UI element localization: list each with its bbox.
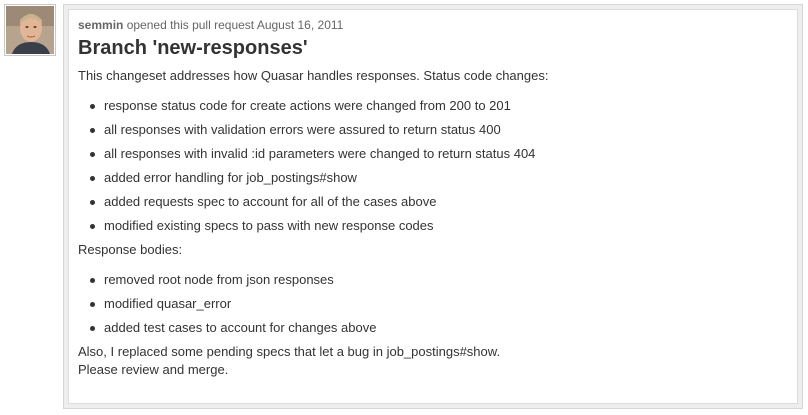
- list-item-text: added error handling for job_postings#sh…: [104, 170, 357, 185]
- list-item-text: added requests spec to account for all o…: [104, 194, 437, 209]
- body-change-list: removed root node from json responses mo…: [78, 271, 778, 337]
- pull-request-description: This changeset addresses how Quasar hand…: [78, 67, 778, 379]
- response-bodies-heading: Response bodies:: [78, 242, 183, 257]
- list-item: modified quasar_error: [78, 295, 778, 313]
- user-photo-icon: [6, 6, 54, 54]
- bullet-icon: [90, 224, 95, 229]
- bullet-icon: [90, 152, 95, 157]
- list-item: added requests spec to account for all o…: [78, 193, 778, 211]
- list-item: removed root node from json responses: [78, 271, 778, 289]
- list-item: added test cases to account for changes …: [78, 319, 778, 337]
- list-item: all responses with validation errors wer…: [78, 121, 778, 139]
- bullet-icon: [90, 326, 95, 331]
- list-item: modified existing specs to pass with new…: [78, 217, 778, 235]
- meta-action: opened this pull request: [126, 18, 255, 32]
- closing-text-line-1: Also, I replaced some pending specs that…: [78, 344, 501, 359]
- avatar[interactable]: [4, 4, 56, 56]
- list-item: response status code for create actions …: [78, 97, 778, 115]
- bullet-icon: [90, 176, 95, 181]
- list-item-text: modified quasar_error: [104, 296, 232, 311]
- pull-request-meta: semmin opened this pull request August 1…: [78, 18, 343, 32]
- status-change-list: response status code for create actions …: [78, 97, 778, 235]
- list-item-text: response status code for create actions …: [104, 98, 511, 113]
- author-link[interactable]: semmin: [78, 18, 123, 32]
- list-item-text: added test cases to account for changes …: [104, 320, 377, 335]
- pull-request-title: Branch 'new-responses': [78, 37, 308, 59]
- list-item-text: removed root node from json responses: [104, 272, 334, 287]
- bullet-icon: [90, 278, 95, 283]
- list-item-text: all responses with validation errors wer…: [104, 122, 501, 137]
- bullet-icon: [90, 200, 95, 205]
- meta-date: August 16, 2011: [256, 18, 344, 32]
- list-item-text: modified existing specs to pass with new…: [104, 218, 434, 233]
- bullet-icon: [90, 302, 95, 307]
- intro-text: This changeset addresses how Quasar hand…: [78, 68, 549, 83]
- bullet-icon: [90, 104, 95, 109]
- bullet-icon: [90, 128, 95, 133]
- list-item: added error handling for job_postings#sh…: [78, 169, 778, 187]
- list-item: all responses with invalid :id parameter…: [78, 145, 778, 163]
- closing-text-line-2: Please review and merge.: [78, 362, 229, 377]
- list-item-text: all responses with invalid :id parameter…: [104, 146, 536, 161]
